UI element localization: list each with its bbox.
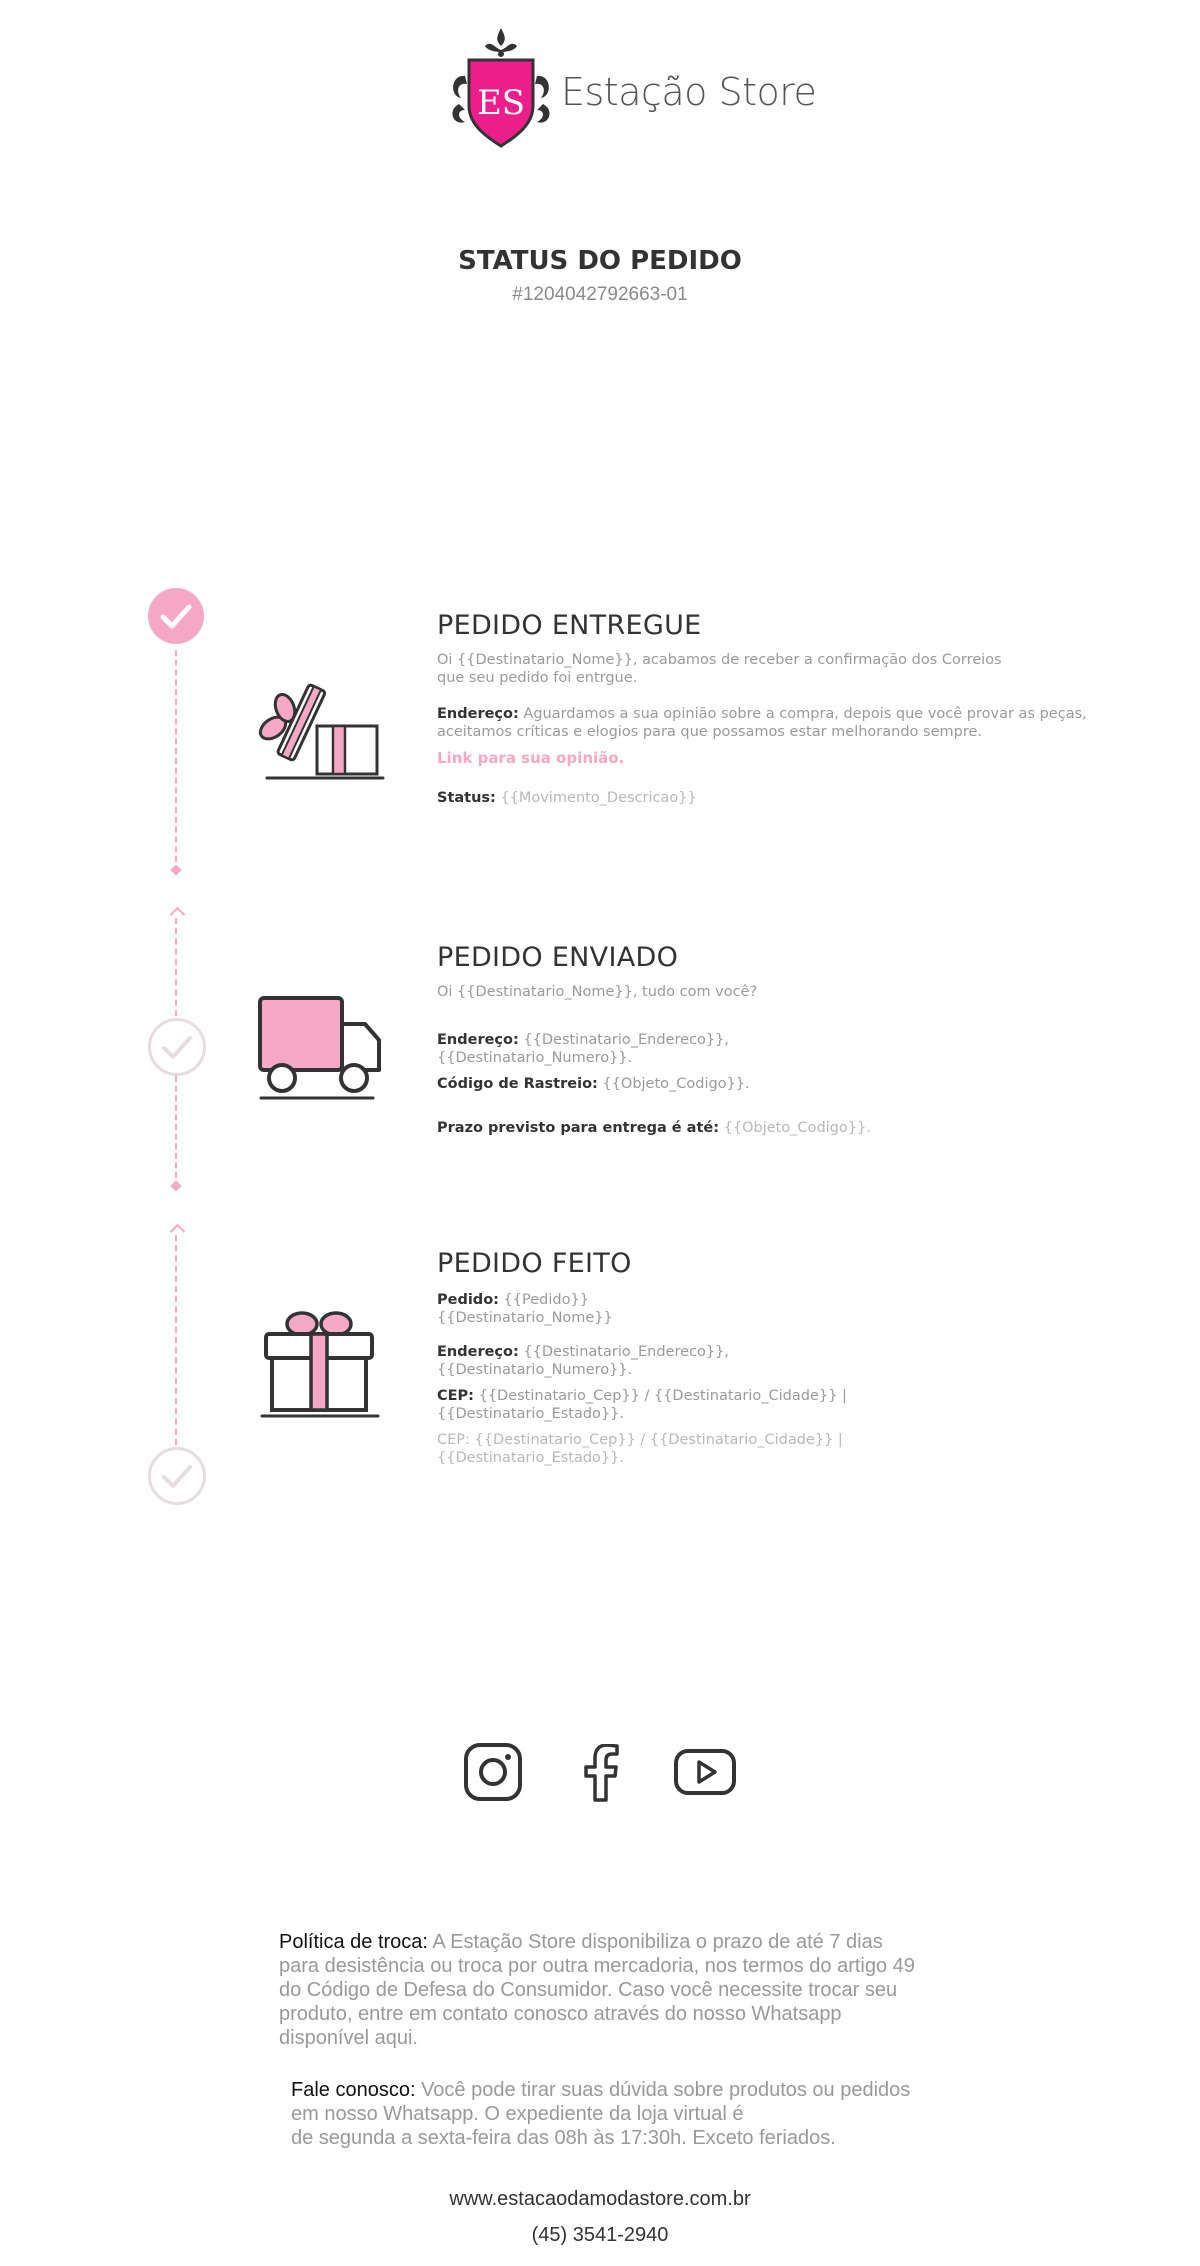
timeline-connector (175, 650, 177, 862)
timeline-diamond (170, 1180, 182, 1192)
whatsapp-link[interactable]: disponível aqui. (279, 2027, 418, 2049)
check-icon (162, 1465, 192, 1488)
contact-us: Fale conosco: Você pode tirar suas dúvid… (291, 2079, 911, 2149)
timeline-arrow-up (169, 906, 186, 923)
gift-box-icon (258, 1304, 382, 1425)
placed-cep-secondary: CEP: {{Destinatario_Cep}} / {{Destinatar… (437, 1432, 843, 1466)
check-icon (162, 1036, 192, 1059)
open-gift-box-icon (255, 678, 385, 788)
order-number: #1204042792663-01 (512, 284, 688, 305)
exchange-policy: Política de troca: A Estação Store dispo… (279, 1931, 915, 2049)
placed-address: Endereço: {{Destinatario_Endereco}}, {{D… (437, 1344, 729, 1378)
shipped-address: Endereço: {{Destinatario_Endereco}}, {{D… (437, 1032, 729, 1066)
timeline-connector (175, 918, 177, 1016)
step-delivered-check (148, 588, 204, 644)
placed-order: Pedido: {{Pedido}} {{Destinatario_Nome}} (437, 1292, 613, 1326)
section-title: PEDIDO ENTREGUE (437, 610, 702, 641)
logo[interactable]: ES Estação Store (445, 26, 817, 151)
section-title: PEDIDO ENVIADO (437, 942, 679, 973)
timeline-diamond (170, 864, 182, 876)
section-shipped: PEDIDO ENVIADO Oi {{Destinatario_Nome}},… (437, 942, 1137, 1137)
delivery-truck-icon (255, 994, 385, 1107)
phone-number[interactable]: (45) 3541-2940 (0, 2224, 1200, 2247)
page-title: STATUS DO PEDIDO (458, 246, 742, 276)
delivered-status: Status: {{Movimento_Descricao}} (437, 790, 697, 806)
section-title: PEDIDO FEITO (437, 1248, 632, 1279)
feedback-link[interactable]: Link para sua opinião. (437, 749, 1137, 767)
step-placed-check (148, 1447, 206, 1505)
timeline-connector (175, 1235, 177, 1445)
placed-cep: CEP: {{Destinatario_Cep}} / {{Destinatar… (437, 1388, 847, 1422)
instagram-icon[interactable] (463, 1742, 523, 1807)
youtube-icon[interactable] (673, 1748, 737, 1801)
check-icon (160, 604, 192, 629)
step-shipped-check (148, 1018, 206, 1076)
brand-name: Estação Store (561, 70, 817, 114)
shipped-eta: Prazo previsto para entrega é até: {{Obj… (437, 1120, 871, 1136)
logo-crest-icon: ES (452, 28, 550, 148)
website-link[interactable]: www.estacaodamodastore.com.br (0, 2188, 1200, 2211)
timeline-connector (175, 1076, 177, 1178)
timeline-arrow-up (169, 1223, 186, 1240)
shipped-tracking: Código de Rastreio: {{Objeto_Codigo}}. (437, 1076, 750, 1092)
facebook-icon[interactable] (582, 1743, 620, 1807)
section-delivered: PEDIDO ENTREGUE Oi {{Destinatario_Nome}}… (437, 610, 1137, 807)
svg-text:ES: ES (477, 83, 525, 123)
shipped-greeting: Oi {{Destinatario_Nome}}, tudo com você? (437, 984, 758, 1000)
delivered-address: Endereço: Aguardamos a sua opinião sobre… (437, 706, 1087, 740)
delivered-message: Oi {{Destinatario_Nome}}, acabamos de re… (437, 652, 1002, 686)
section-placed: PEDIDO FEITO Pedido: {{Pedido}} {{Destin… (437, 1248, 1137, 1467)
